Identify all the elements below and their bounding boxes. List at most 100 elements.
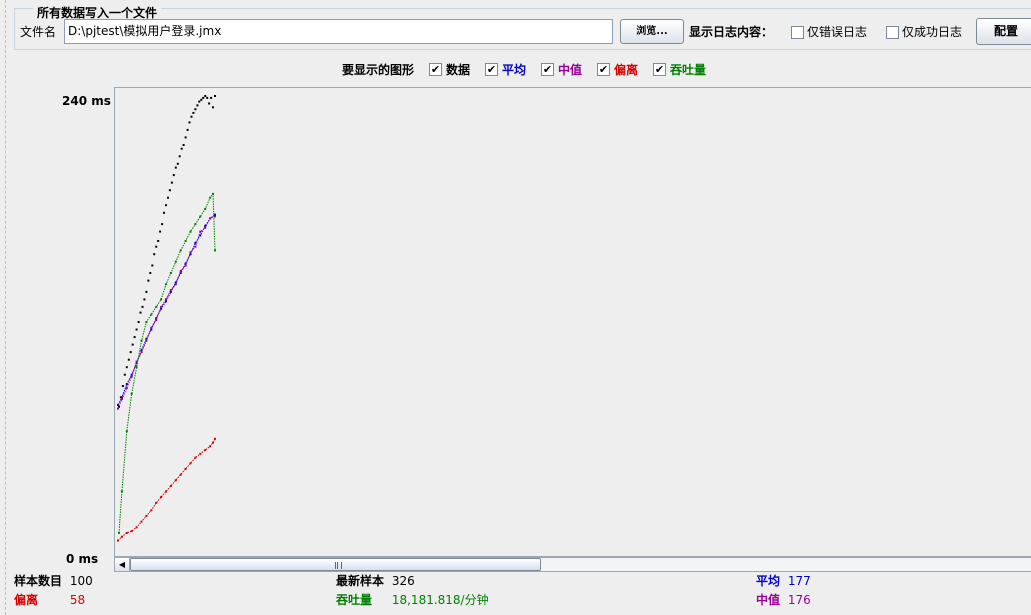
point-throughput <box>125 430 128 433</box>
errors-only-label: 仅错误日志 <box>807 25 868 39</box>
point-data <box>180 147 183 150</box>
point-deviation <box>155 501 158 504</box>
point-median <box>155 319 158 322</box>
point-deviation <box>194 456 197 459</box>
point-median <box>117 407 119 410</box>
point-data <box>196 104 199 107</box>
point-deviation <box>140 520 143 523</box>
point-data <box>159 230 162 233</box>
point-throughput <box>212 192 214 195</box>
errors-only-checkbox[interactable] <box>791 26 804 39</box>
stat-latest-value: 326 <box>391 574 415 588</box>
point-median <box>184 264 187 267</box>
point-data <box>129 351 132 354</box>
stat-deviation-value: 58 <box>69 593 86 607</box>
stat-deviation: 偏离 58 <box>14 593 85 608</box>
point-data <box>127 358 130 361</box>
point-data <box>174 166 177 169</box>
point-throughput <box>130 392 133 395</box>
stat-samples-label: 样本数目 <box>14 574 63 588</box>
point-throughput <box>118 531 120 534</box>
point-data <box>178 155 181 158</box>
point-median <box>160 305 163 308</box>
point-deviation <box>150 509 153 512</box>
point-throughput <box>184 240 187 242</box>
point-data <box>170 181 173 184</box>
point-data <box>137 321 140 323</box>
point-data <box>143 298 146 301</box>
filename-input[interactable]: D:\pjtest\模拟用户登录.jmx <box>64 19 613 44</box>
point-average <box>117 403 119 406</box>
stat-samples: 样本数目 100 <box>14 574 93 589</box>
point-data <box>153 253 156 256</box>
point-throughput <box>145 321 148 323</box>
point-data <box>192 111 195 114</box>
point-throughput <box>150 313 153 316</box>
point-data <box>157 240 160 242</box>
horizontal-scrollbar[interactable]: ◀ <box>114 557 1031 572</box>
point-throughput <box>140 339 143 342</box>
graph-throughput-checkbox[interactable]: ✔ <box>653 63 666 76</box>
point-throughput <box>214 249 216 252</box>
point-median <box>169 289 172 291</box>
point-data <box>167 196 169 199</box>
point-deviation <box>169 484 172 487</box>
y-axis-max-label: 240 ms <box>62 94 111 108</box>
stat-median-value: 176 <box>787 593 811 607</box>
point-throughput <box>169 272 172 274</box>
point-data <box>188 121 191 124</box>
graph-deviation-checkbox[interactable]: ✔ <box>597 63 610 76</box>
scroll-left-arrow-icon[interactable]: ◀ <box>115 558 130 571</box>
point-data <box>149 272 152 274</box>
success-only-label: 仅成功日志 <box>902 25 963 39</box>
point-median <box>179 270 182 273</box>
point-median <box>194 245 197 248</box>
graph-data-checkbox[interactable]: ✔ <box>429 63 442 76</box>
point-median <box>165 298 167 301</box>
point-data <box>163 211 165 214</box>
point-data <box>186 128 189 131</box>
point-deviation <box>189 462 192 465</box>
point-throughput <box>165 283 167 286</box>
graphs-to-display-label: 要显示的图形 <box>342 63 415 77</box>
graph-median-checkbox[interactable]: ✔ <box>541 63 554 76</box>
stat-latest-label: 最新样本 <box>336 574 385 588</box>
point-deviation <box>165 490 167 493</box>
point-deviation <box>160 496 163 499</box>
stat-average-value: 177 <box>787 574 811 588</box>
stat-latest: 最新样本 326 <box>336 574 415 589</box>
point-deviation <box>135 526 138 529</box>
stat-median-label: 中值 <box>756 593 781 607</box>
point-data <box>125 366 128 369</box>
graph-throughput-label: 吞吐量 <box>670 63 707 77</box>
point-deviation <box>214 437 216 440</box>
graph-svg <box>117 95 216 542</box>
point-median <box>209 217 212 220</box>
point-throughput <box>120 490 123 493</box>
point-throughput <box>209 196 212 199</box>
point-deviation <box>212 441 214 444</box>
point-data <box>206 96 209 99</box>
point-throughput <box>194 223 197 226</box>
point-data <box>147 279 150 282</box>
point-data <box>210 96 213 99</box>
browse-button[interactable]: 浏览... <box>620 19 684 44</box>
stat-throughput-value: 18,181.818/分钟 <box>391 593 489 607</box>
stat-throughput: 吞吐量 18,181.818/分钟 <box>336 593 489 608</box>
point-median <box>130 375 133 378</box>
success-only-checkbox[interactable] <box>886 26 899 39</box>
stat-average-label: 平均 <box>756 574 781 588</box>
point-data <box>151 264 154 267</box>
point-data <box>133 336 136 339</box>
scrollbar-thumb[interactable] <box>130 558 541 571</box>
config-button[interactable]: 配置 <box>976 18 1031 45</box>
graph-deviation-label: 偏离 <box>614 63 639 77</box>
point-data <box>212 106 214 109</box>
point-deviation <box>145 515 148 517</box>
graph-average-checkbox[interactable]: ✔ <box>485 63 498 76</box>
point-deviation <box>117 539 119 542</box>
stat-throughput-label: 吞吐量 <box>336 593 373 607</box>
point-data <box>135 328 138 331</box>
point-median <box>174 283 177 286</box>
point-median <box>120 398 123 401</box>
